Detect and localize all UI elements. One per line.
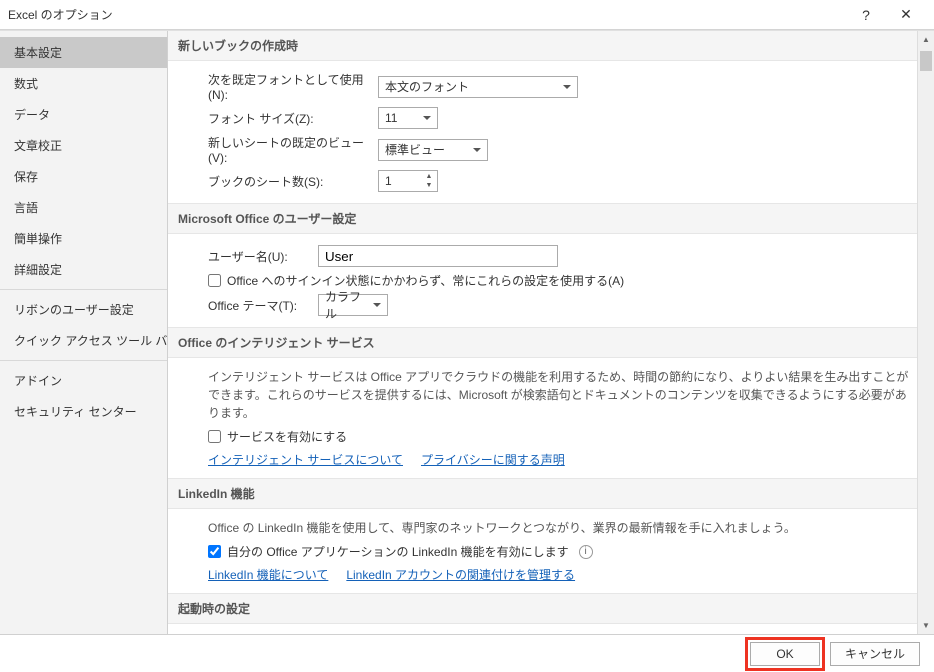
scroll-down-icon[interactable]: ▼ <box>918 617 934 634</box>
label-font-size: フォント サイズ(Z): <box>208 110 378 127</box>
link-about-linkedin[interactable]: LinkedIn 機能について <box>208 566 328 583</box>
dropdown-font-size[interactable]: 11 <box>378 107 438 129</box>
checkbox-enable-linkedin[interactable] <box>208 545 221 558</box>
sidebar-item-data[interactable]: データ <box>0 99 167 130</box>
vertical-scrollbar[interactable]: ▲ ▼ <box>917 31 934 634</box>
label-always-use-settings: Office へのサインイン状態にかかわらず、常にこれらの設定を使用する(A) <box>227 272 624 289</box>
text-intelligent-desc: インテリジェント サービスは Office アプリでクラウドの機能を利用するため… <box>208 368 914 422</box>
label-office-theme: Office テーマ(T): <box>208 297 318 314</box>
sidebar-item-customize-ribbon[interactable]: リボンのユーザー設定 <box>0 294 167 325</box>
sidebar-item-formulas[interactable]: 数式 <box>0 68 167 99</box>
sidebar-item-addins[interactable]: アドイン <box>0 365 167 396</box>
close-button[interactable]: ✕ <box>886 0 926 30</box>
sidebar-separator <box>0 360 167 361</box>
spinner-down-icon[interactable]: ▼ <box>422 181 436 190</box>
link-about-intelligent-services[interactable]: インテリジェント サービスについて <box>208 451 403 468</box>
info-icon[interactable]: i <box>579 545 593 559</box>
sidebar-item-quick-access[interactable]: クイック アクセス ツール バー <box>0 325 167 356</box>
sidebar-item-general[interactable]: 基本設定 <box>0 37 167 68</box>
section-intelligent-services: Office のインテリジェント サービス <box>168 327 934 358</box>
sidebar-separator <box>0 289 167 290</box>
text-linkedin-desc: Office の LinkedIn 機能を使用して、専門家のネットワークとつなが… <box>208 519 914 537</box>
sidebar-item-advanced[interactable]: 詳細設定 <box>0 254 167 285</box>
dropdown-default-view[interactable]: 標準ビュー <box>378 139 488 161</box>
label-default-font: 次を既定フォントとして使用(N): <box>208 71 378 102</box>
label-sheet-count: ブックのシート数(S): <box>208 173 378 190</box>
label-username: ユーザー名(U): <box>208 248 318 265</box>
checkbox-enable-services[interactable] <box>208 430 221 443</box>
section-ms-office: Microsoft Office のユーザー設定 <box>168 203 934 234</box>
dropdown-office-theme[interactable]: カラフル <box>318 294 388 316</box>
ok-button[interactable]: OK <box>750 642 820 666</box>
cancel-button[interactable]: キャンセル <box>830 642 920 666</box>
scroll-up-icon[interactable]: ▲ <box>918 31 934 48</box>
spinner-sheet-count[interactable]: 1 ▲▼ <box>378 170 438 192</box>
sidebar-item-language[interactable]: 言語 <box>0 192 167 223</box>
section-startup: 起動時の設定 <box>168 593 934 624</box>
sidebar-item-save[interactable]: 保存 <box>0 161 167 192</box>
category-sidebar: 基本設定 数式 データ 文章校正 保存 言語 簡単操作 詳細設定 リボンのユーザ… <box>0 31 168 634</box>
label-default-view: 新しいシートの既定のビュー(V): <box>208 134 378 165</box>
section-new-workbook: 新しいブックの作成時 <box>168 31 934 61</box>
input-username[interactable] <box>318 245 558 267</box>
help-button[interactable]: ? <box>846 0 886 30</box>
label-enable-services: サービスを有効にする <box>227 428 347 445</box>
link-privacy-statement[interactable]: プライバシーに関する声明 <box>421 451 565 468</box>
dialog-title: Excel のオプション <box>8 6 846 23</box>
checkbox-always-use-settings[interactable] <box>208 274 221 287</box>
scroll-thumb[interactable] <box>920 51 932 71</box>
section-linkedin: LinkedIn 機能 <box>168 478 934 509</box>
spinner-up-icon[interactable]: ▲ <box>422 172 436 181</box>
label-enable-linkedin: 自分の Office アプリケーションの LinkedIn 機能を有効にします <box>227 543 569 560</box>
sidebar-item-trust-center[interactable]: セキュリティ センター <box>0 396 167 427</box>
link-manage-linkedin[interactable]: LinkedIn アカウントの関連付けを管理する <box>346 566 575 583</box>
sidebar-item-ease-of-access[interactable]: 簡単操作 <box>0 223 167 254</box>
sidebar-item-proofing[interactable]: 文章校正 <box>0 130 167 161</box>
dropdown-default-font[interactable]: 本文のフォント <box>378 76 578 98</box>
